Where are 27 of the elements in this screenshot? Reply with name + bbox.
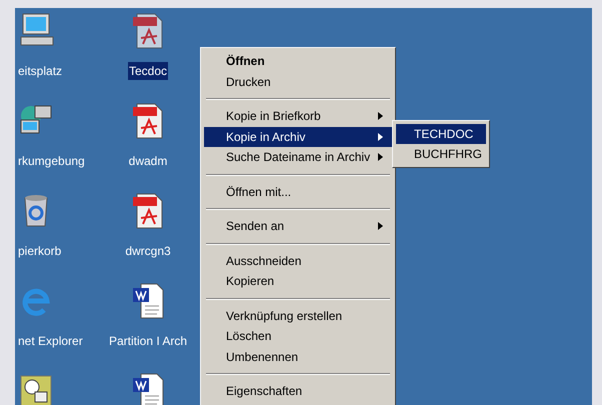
menu-item[interactable]: Kopieren	[204, 271, 392, 292]
icon-label[interactable]: dwrcgn3	[124, 242, 172, 260]
menu-item[interactable]: Senden an	[204, 216, 392, 236]
menu-item[interactable]: Kopie in Briefkorb	[204, 106, 392, 126]
menu-item[interactable]: Kopie in Archiv	[204, 126, 392, 147]
icon-label[interactable]: pierkorb	[17, 242, 62, 260]
menu-item[interactable]: Öffnen mit...	[204, 182, 392, 202]
menu-item[interactable]: Umbenennen	[204, 346, 392, 367]
submenu-arrow-icon	[378, 222, 384, 230]
icon-label[interactable]: Tecdoc	[128, 62, 168, 80]
menu-item[interactable]: Eigenschaften	[204, 381, 392, 402]
submenu-item[interactable]: TECHDOC	[396, 124, 486, 144]
icon-label[interactable]: rkumgebung	[17, 152, 86, 170]
submenu-item[interactable]: BUCHFHRG	[396, 144, 486, 164]
menu-item[interactable]: Suche Dateiname in Archiv	[204, 147, 392, 168]
icon-label[interactable]: net Explorer	[17, 332, 84, 350]
icon-label[interactable]: Partition I Arch	[108, 332, 188, 350]
submenu-arrow-icon	[378, 112, 384, 120]
menu-item[interactable]: Ausschneiden	[204, 250, 392, 271]
menu-item[interactable]: Öffnen	[204, 51, 392, 72]
menu-item[interactable]: Verknüpfung erstellen	[204, 306, 392, 326]
icon-label[interactable]: eitsplatz	[17, 62, 64, 80]
icon-label[interactable]: dwadm	[128, 152, 168, 170]
submenu-arrow-icon	[378, 132, 384, 141]
menu-item[interactable]: Drucken	[204, 72, 392, 92]
menu-item[interactable]: Löschen	[204, 326, 392, 346]
submenu-arrow-icon	[378, 153, 384, 162]
